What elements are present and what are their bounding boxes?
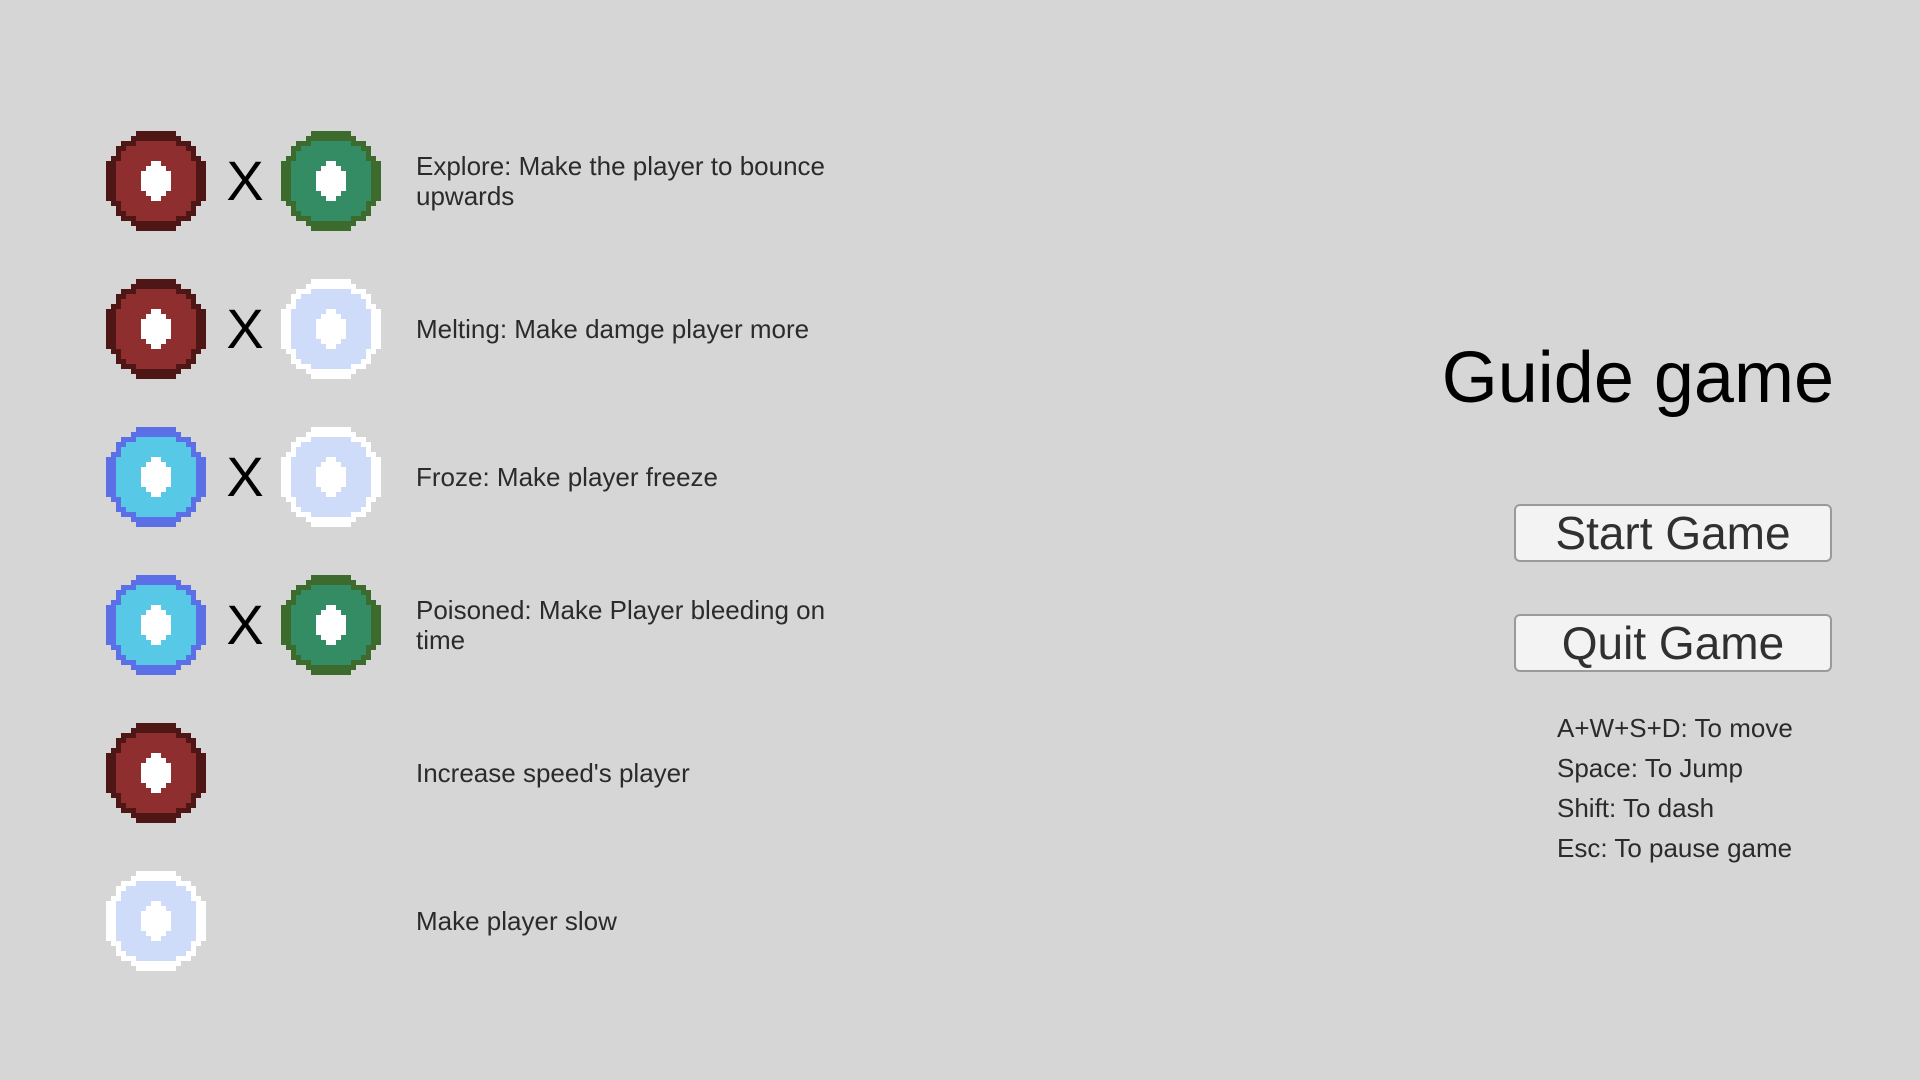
control-move: A+W+S+D: To move [1557, 713, 1793, 743]
combo-description: Poisoned: Make Player bleeding on time [416, 595, 826, 655]
snow-orb-icon [106, 871, 206, 971]
fire-orb-icon [106, 723, 206, 823]
combo-description: Froze: Make player freeze [416, 462, 719, 492]
combo-description: Melting: Make damge player more [416, 314, 810, 344]
controls-list: A+W+S+D: To move Space: To Jump Shift: T… [1557, 708, 1793, 868]
poison-orb-icon [281, 131, 381, 231]
page-title: Guide game [1441, 338, 1834, 418]
combine-operator: X [226, 297, 264, 360]
ice-orb-icon [106, 575, 206, 675]
combo-description: Explore: Make the player to bounce upwar… [416, 151, 826, 211]
guide-screen: X Explore: Make the player to bounce upw… [0, 0, 1920, 1080]
combo-row-speed: Increase speed's player [0, 723, 900, 823]
combine-operator: X [226, 445, 264, 508]
snow-orb-icon [281, 279, 381, 379]
combo-row-melting: X Melting: Make damge player more [0, 279, 900, 379]
quit-game-button[interactable]: Quit Game [1514, 614, 1832, 672]
snow-orb-icon [281, 427, 381, 527]
combo-row-slow: Make player slow [0, 871, 900, 971]
combo-row-explore: X Explore: Make the player to bounce upw… [0, 131, 900, 231]
ice-orb-icon [106, 427, 206, 527]
poison-orb-icon [281, 575, 381, 675]
control-jump: Space: To Jump [1557, 753, 1743, 783]
control-dash: Shift: To dash [1557, 793, 1715, 823]
combo-row-poisoned: X Poisoned: Make Player bleeding on time [0, 575, 900, 675]
combo-row-froze: X Froze: Make player freeze [0, 427, 900, 527]
combine-operator: X [226, 593, 264, 656]
control-pause: Esc: To pause game [1557, 833, 1793, 863]
fire-orb-icon [106, 131, 206, 231]
combine-operator: X [226, 149, 264, 212]
combo-description: Increase speed's player [416, 758, 690, 788]
fire-orb-icon [106, 279, 206, 379]
combo-description: Make player slow [416, 906, 617, 936]
start-game-button[interactable]: Start Game [1514, 504, 1832, 562]
